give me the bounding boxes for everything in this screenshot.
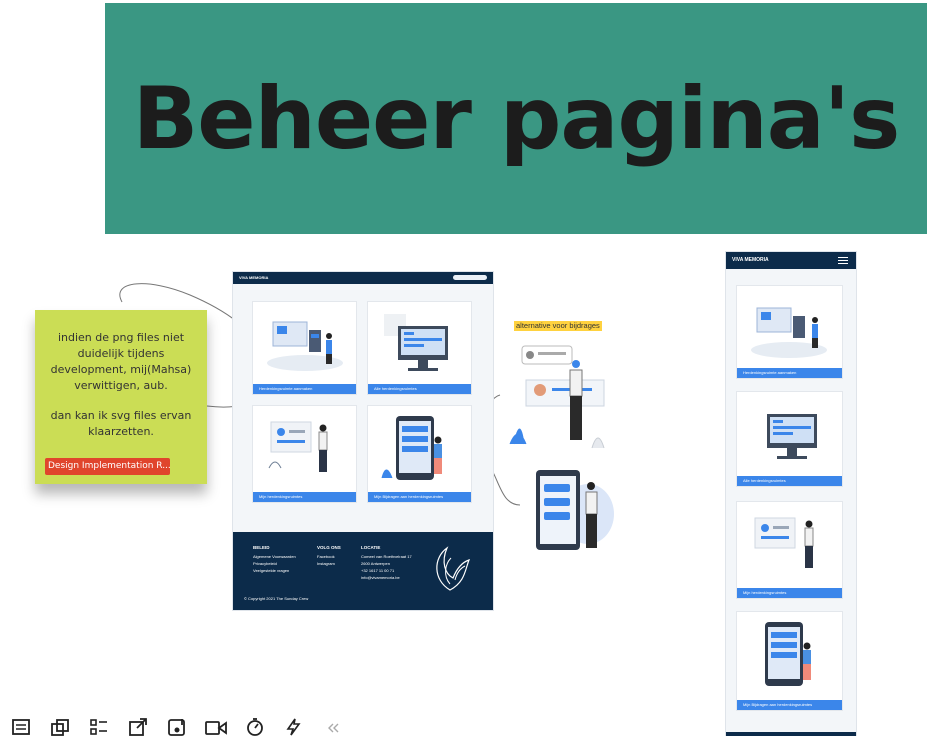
frames-icon[interactable] [47,718,73,736]
mobile-mockup[interactable]: VIVA MEMORIA Herdenkingsruimte aanmaken … [726,252,856,736]
card-label: Herdenkingsruimte aanmaken [253,384,356,394]
footer-text: +32 1617 11 00 71 [361,568,395,573]
mobile-card-aanmaken[interactable]: Herdenkingsruimte aanmaken [737,286,842,378]
footer-link[interactable]: Privacybeleid [253,560,296,567]
mock-footer: BELEID Algemene Voorwaarden Privacybelei… [233,532,493,610]
alternative-label: alternative voor bijdrages [514,321,602,331]
card-label: Herdenkingsruimte aanmaken [737,368,842,378]
illustration [384,314,448,371]
illustration [765,622,811,686]
footer-link[interactable]: Veelgestelde vragen [253,567,296,574]
list-icon[interactable] [8,718,34,736]
mobile-footer-edge [726,732,856,736]
footer-text: 2600 Antwerpen [361,561,390,566]
video-icon[interactable] [203,718,229,736]
brand-logo: VIVA MEMORIA [239,275,269,280]
card-mijn[interactable]: Mijn herdenkingsruimtes [253,406,356,502]
hamburger-menu-icon[interactable] [838,257,848,264]
footer-heading: VOLG ONS [317,545,341,550]
phoenix-logo-icon [436,546,471,591]
card-aanmaken[interactable]: Herdenkingsruimte aanmaken [253,302,356,394]
copyright-text: © Copyright 2021 The Sunday Crew [244,596,309,601]
illustration [751,307,827,358]
mobile-card-bijdragen[interactable]: Mijn Bijdragen aan herdenkingsruimtes [737,612,842,710]
mobile-card-alle[interactable]: Alle herdenkingsruimtes [737,392,842,486]
footer-link[interactable]: Facebook [317,553,341,560]
mobile-card-mijn[interactable]: Mijn herdenkingsruimtes [737,502,842,598]
illustration [381,416,442,480]
footer-col-locatie: LOCATIE Comeel van Roethvelraat 17 2600 … [361,544,412,581]
mobile-header: VIVA MEMORIA [726,252,856,269]
brand-logo: VIVA MEMORIA [732,257,769,263]
bottom-toolbar [8,718,346,736]
sticky-tag[interactable]: Design Implementation R... [45,458,170,475]
footer-col-beleid: BELEID Algemene Voorwaarden Privacybelei… [253,544,296,574]
export-icon[interactable] [125,718,151,736]
card-alle[interactable]: Alle herdenkingsruimtes [368,302,471,394]
alternative-illustration-1 [509,345,605,449]
card-label: Mijn Bijdragen aan herdenkingsruimtes [368,492,471,502]
footer-text: Comeel van Roethvelraat 17 [361,554,412,559]
footer-col-volg: VOLG ONS Facebook Instagram [317,544,341,567]
card-label: Alle herdenkingsruimtes [368,384,471,394]
alternative-illustration-2 [536,470,614,550]
illustration [754,517,814,568]
login-pill [453,275,487,280]
footer-heading: BELEID [253,545,270,550]
footer-link[interactable]: Instagram [317,560,341,567]
card-label: Mijn herdenkingsruimtes [737,588,842,598]
sticky-note-text-2: dan kan ik svg files ervan klaarzetten. [50,409,192,438]
insert-icon[interactable] [164,718,190,736]
lightning-icon[interactable] [281,718,307,736]
illustration [267,321,343,371]
desktop-mockup[interactable]: VIVA MEMORIA Herdenkingsruimte aanmaken [233,272,493,610]
mock-header: VIVA MEMORIA [233,272,493,284]
timer-icon[interactable] [242,718,268,736]
checklist-icon[interactable] [86,718,112,736]
footer-text: info@vivamemoria.be [361,575,400,580]
footer-heading: LOCATIE [361,545,381,550]
card-label: Alle herdenkingsruimtes [737,476,842,486]
footer-link[interactable]: Algemene Voorwaarden [253,553,296,560]
card-label: Mijn Bijdragen aan herdenkingsruimtes [737,700,842,710]
illustration [268,421,328,472]
sticky-note-text: indien de png files niet duidelijk tijde… [50,331,192,392]
illustration [767,414,817,459]
sticky-note[interactable]: indien de png files niet duidelijk tijde… [35,310,207,484]
card-bijdragen[interactable]: Mijn Bijdragen aan herdenkingsruimtes [368,406,471,502]
card-label: Mijn herdenkingsruimtes [253,492,356,502]
collapse-icon[interactable] [320,718,346,736]
